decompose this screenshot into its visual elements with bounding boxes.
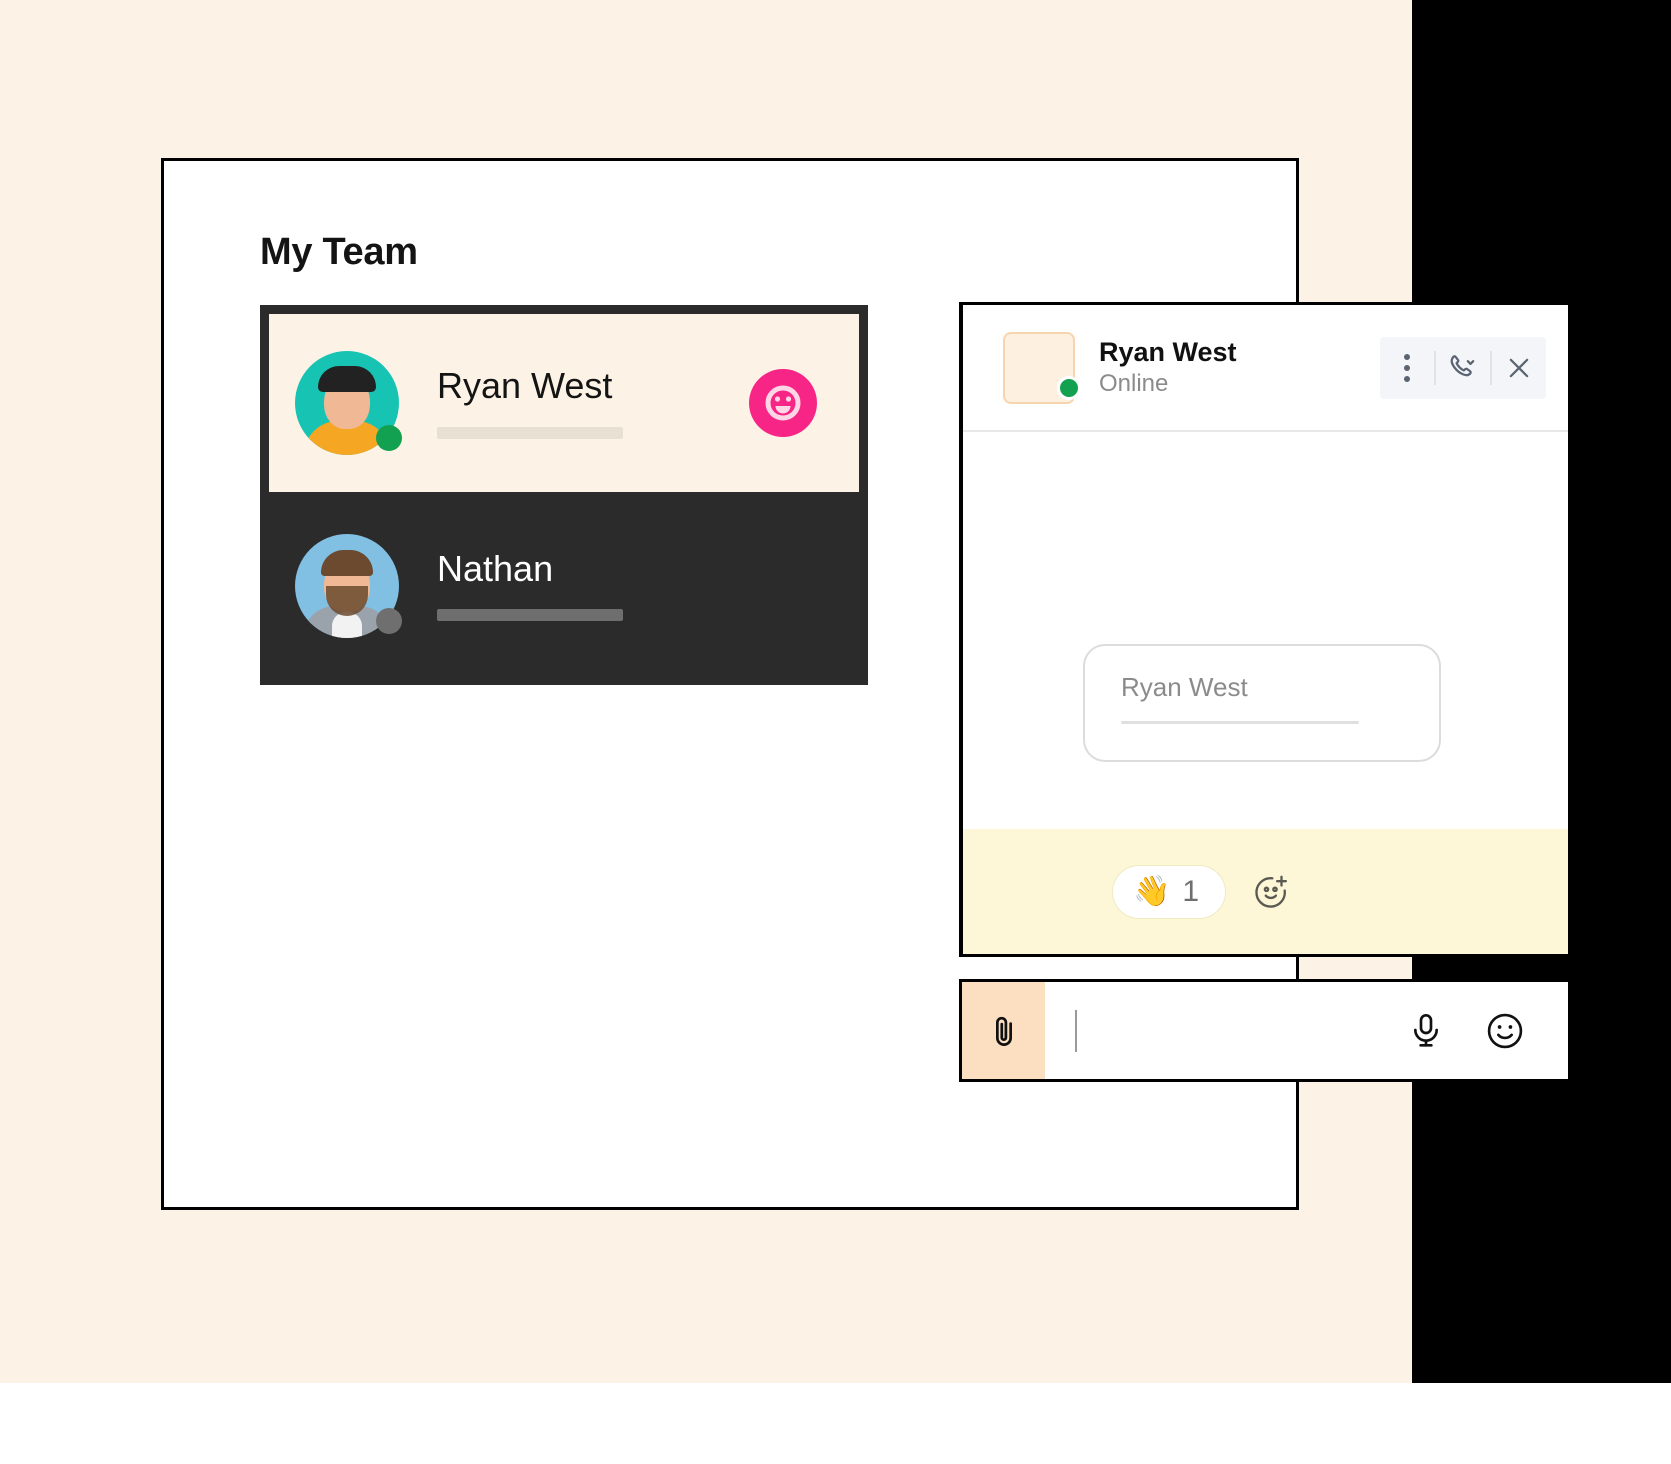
message-bubble-incoming[interactable]: Ryan West [1083,644,1441,762]
status-dot-online [1057,375,1081,400]
team-member-subtitle-placeholder [437,609,623,622]
team-member-text: Ryan West [437,367,623,439]
avatar-hair [321,549,373,576]
chat-header-actions [1380,336,1546,399]
message-author: Ryan West [1121,672,1248,702]
more-options-button[interactable] [1380,337,1434,399]
team-member-row-nathan[interactable]: Nathan [260,492,868,679]
smiley-reaction-icon[interactable] [749,369,817,437]
emoji-picker-button[interactable] [1484,1010,1526,1052]
team-member-subtitle-placeholder [437,426,623,439]
status-dot-offline [376,607,402,634]
avatar [295,533,402,638]
message-body-placeholder [1121,721,1359,724]
chat-panel: Ryan West Online Ryan West 👋 1 [959,302,1571,957]
phone-chevron-icon [1450,354,1475,376]
close-icon [1509,358,1529,377]
status-badge: Online [1099,370,1169,398]
call-options-button[interactable] [1436,337,1490,399]
message-composer [959,979,1571,1082]
background-white-strip [0,1383,1671,1464]
attach-file-button[interactable] [962,982,1045,1079]
voice-record-button[interactable] [1406,1011,1446,1051]
chat-header: Ryan West Online [963,305,1568,432]
add-reaction-button[interactable] [1251,872,1291,912]
avatar [295,351,402,455]
close-chat-button[interactable] [1492,337,1546,399]
microphone-icon [1414,1013,1438,1047]
team-member-name: Ryan West [437,365,613,407]
composer-actions [1406,1010,1568,1052]
kebab-menu-icon [1404,353,1410,382]
emoji-smiley-icon [1487,1013,1523,1048]
add-reaction-icon [1255,875,1288,908]
screenshot-root: My Team Ryan West Nathan Ryan West Onlin… [0,0,1671,1464]
reaction-pill-waving-hand[interactable]: 👋 1 [1113,865,1226,918]
reaction-bar: 👋 1 [963,829,1568,954]
paperclip-icon [995,1016,1012,1046]
chat-identity: Ryan West Online [1099,337,1237,398]
avatar-cap [318,366,376,392]
reaction-count: 1 [1182,874,1200,908]
message-input[interactable] [1045,982,1406,1079]
avatar [1003,331,1081,404]
waving-hand-icon: 👋 [1133,874,1171,908]
team-member-name: Nathan [437,547,554,589]
chat-contact-name: Ryan West [1099,336,1237,367]
chat-message-list: Ryan West You 👋 1 [963,432,1568,954]
team-list: Ryan West Nathan [260,305,868,685]
team-member-row-ryan-west[interactable]: Ryan West [269,314,859,492]
page-title: My Team [260,231,418,273]
status-dot-online [376,425,402,451]
team-member-text: Nathan [437,547,623,622]
text-caret [1075,1009,1077,1052]
